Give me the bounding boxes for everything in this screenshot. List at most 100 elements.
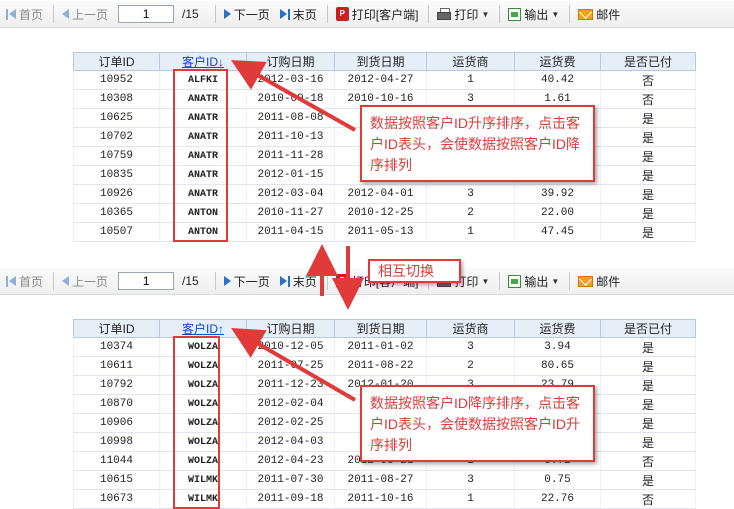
last-page-button[interactable]: 末页 — [278, 270, 319, 292]
export-icon — [508, 7, 522, 21]
table-cell: 2011-10-16 — [334, 489, 427, 509]
export-label: 输出 — [524, 7, 549, 22]
table-cell: 2010-11-27 — [246, 203, 335, 223]
toolbar-divider — [499, 272, 501, 290]
toolbar-divider — [326, 5, 328, 23]
table-cell: 10625 — [73, 108, 160, 128]
table-cell: 22.00 — [514, 203, 601, 223]
next-page-button[interactable]: 下一页 — [222, 3, 272, 25]
table-cell: 0.75 — [514, 470, 601, 490]
next-page-icon — [223, 276, 231, 286]
prev-page-button[interactable]: 上一页 — [60, 270, 110, 292]
table-cell: 2012-04-27 — [334, 70, 427, 90]
toolbar-divider — [53, 5, 55, 23]
table-cell: 2012-03-16 — [246, 70, 335, 90]
mail-button[interactable]: 邮件 — [576, 270, 622, 292]
last-page-label: 末页 — [292, 274, 317, 289]
table-row: 10615 WILMK 2011-07-30 2011-08-27 3 0.75 是 — [73, 470, 696, 490]
table-cell: 10926 — [73, 184, 160, 204]
table-cell: 2011-10-13 — [246, 127, 335, 147]
column-header: 订单ID — [73, 52, 160, 71]
column-header: 是否已付 — [600, 52, 696, 71]
table-cell: 是 — [600, 127, 696, 147]
table-cell: 1 — [426, 489, 515, 509]
table-cell: 10702 — [73, 127, 160, 147]
print-label: 打印 — [454, 7, 479, 22]
table-cell: 80.65 — [514, 356, 601, 376]
table-cell: 10308 — [73, 89, 160, 109]
table-cell: 10952 — [73, 70, 160, 90]
table-cell: 22.76 — [514, 489, 601, 509]
table-cell: 39.92 — [514, 184, 601, 204]
customer-id-highlight-top — [173, 69, 228, 242]
first-page-button[interactable]: 首页 — [4, 270, 45, 292]
first-page-button[interactable]: 首页 — [4, 3, 45, 25]
table-cell: 10870 — [73, 394, 160, 414]
toolbar-top: 首页 上一页 /15 下一页 末页 P 打印[客户端] 打印 ▼ 输出 ▼ 邮件 — [0, 1, 734, 28]
toolbar-divider — [428, 5, 430, 23]
table-cell: 2011-08-08 — [246, 108, 335, 128]
mail-label: 邮件 — [596, 274, 621, 289]
table-cell: 2011-01-02 — [334, 337, 427, 357]
page-total: /15 — [182, 274, 199, 288]
table-cell: 2011-05-13 — [334, 222, 427, 242]
table-cell: 3 — [426, 470, 515, 490]
table-cell: 2010-12-05 — [246, 337, 335, 357]
last-page-button[interactable]: 末页 — [278, 3, 319, 25]
customer-id-sort-header[interactable]: 客户ID↓ — [159, 52, 247, 71]
page-number-input[interactable] — [118, 5, 175, 23]
first-page-label: 首页 — [19, 7, 44, 22]
table-cell: 10759 — [73, 146, 160, 166]
export-button[interactable]: 输出 ▼ — [506, 270, 561, 292]
table-row: 10611 WOLZA 2011-07-25 2011-08-22 2 80.65 是 — [73, 356, 696, 376]
table-cell: 2011-04-15 — [246, 222, 335, 242]
table-cell: 2012-04-03 — [246, 432, 335, 452]
pdf-icon: P — [335, 7, 349, 21]
table-cell: 是 — [600, 203, 696, 223]
column-header: 订单ID — [73, 319, 160, 338]
pdf-icon: P — [335, 274, 349, 288]
table-cell: 否 — [600, 489, 696, 509]
prev-page-icon — [62, 276, 70, 286]
table-cell: 3.94 — [514, 337, 601, 357]
print-button[interactable]: 打印 ▼ — [435, 3, 491, 25]
table-cell: 是 — [600, 165, 696, 185]
chevron-down-icon: ▼ — [551, 276, 560, 286]
table-cell: 10906 — [73, 413, 160, 433]
table-cell: 2011-07-25 — [246, 356, 335, 376]
table-cell: 是 — [600, 108, 696, 128]
table-cell: 2011-12-23 — [246, 375, 335, 395]
table-cell: 是 — [600, 356, 696, 376]
last-page-icon — [279, 8, 290, 20]
table-row: 10952 ALFKI 2012-03-16 2012-04-27 1 40.42 否 — [73, 70, 696, 90]
next-page-label: 下一页 — [233, 274, 270, 289]
column-header: 到货日期 — [334, 52, 427, 71]
chevron-down-icon: ▼ — [551, 9, 560, 19]
export-button[interactable]: 输出 ▼ — [506, 3, 561, 25]
toolbar-divider — [53, 272, 55, 290]
table-cell: 3 — [426, 184, 515, 204]
table-cell: 2011-07-30 — [246, 470, 335, 490]
print-client-button[interactable]: P 打印[客户端] — [334, 3, 421, 25]
page-number-input[interactable] — [118, 272, 175, 290]
table-cell: 2012-01-15 — [246, 165, 335, 185]
last-page-icon — [279, 275, 290, 287]
page-total: /15 — [182, 7, 199, 21]
prev-page-button[interactable]: 上一页 — [60, 3, 110, 25]
first-page-label: 首页 — [19, 274, 44, 289]
column-header: 订购日期 — [246, 52, 335, 71]
table-cell: 2011-08-22 — [334, 356, 427, 376]
table-cell: 10374 — [73, 337, 160, 357]
first-page-icon — [6, 275, 16, 287]
mail-button[interactable]: 邮件 — [576, 3, 622, 25]
table-cell: 2011-11-28 — [246, 146, 335, 166]
table-cell: 是 — [600, 432, 696, 452]
mail-label: 邮件 — [596, 7, 621, 22]
table-cell: 3 — [426, 337, 515, 357]
export-label: 输出 — [524, 274, 549, 289]
table-cell: 47.45 — [514, 222, 601, 242]
print-client-label: 打印[客户端] — [351, 7, 419, 22]
next-page-button[interactable]: 下一页 — [222, 270, 272, 292]
table-cell: 是 — [600, 337, 696, 357]
customer-id-sort-header[interactable]: 客户ID↑ — [159, 319, 247, 338]
